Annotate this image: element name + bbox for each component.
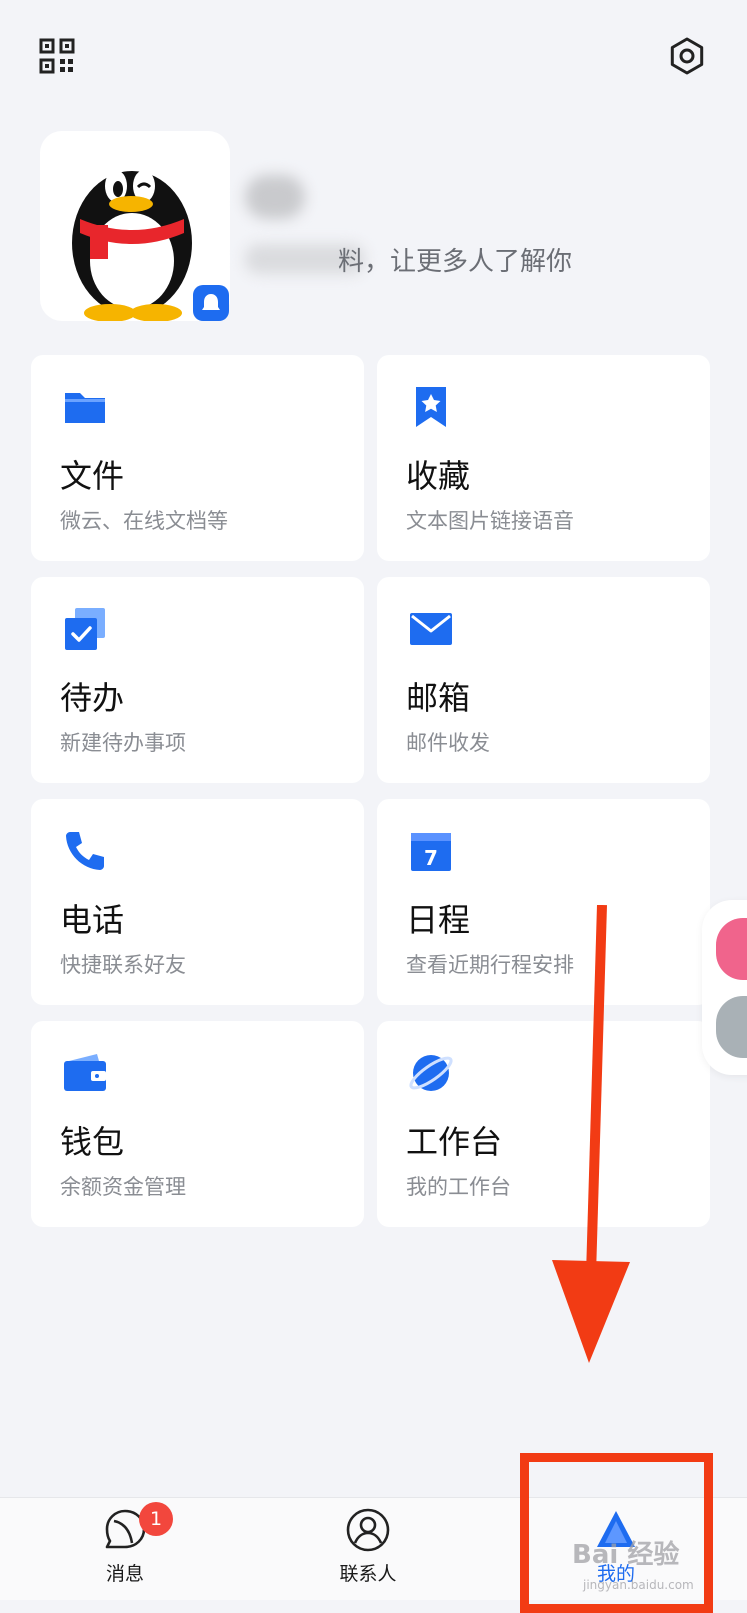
card-subtitle: 新建待办事项: [60, 731, 186, 755]
card-subtitle: 我的工作台: [406, 1175, 511, 1199]
card-mail[interactable]: 邮箱 邮件收发: [377, 577, 710, 783]
todo-check-icon: [65, 608, 105, 650]
card-title: 工作台: [406, 1123, 503, 1161]
card-title: 文件: [60, 457, 125, 495]
qq-badge: [193, 285, 229, 321]
card-todo[interactable]: 待办 新建待办事项: [31, 577, 364, 783]
card-favorites[interactable]: 收藏 文本图片链接语音: [377, 355, 710, 561]
tab-label: 消息: [105, 1563, 144, 1585]
bookmark-star-icon: [416, 387, 446, 427]
calendar-icon: 7: [411, 833, 451, 871]
tab-label: 联系人: [339, 1563, 397, 1585]
bio-text[interactable]: 料，让更多人了解你: [338, 241, 572, 278]
card-title: 收藏: [406, 457, 471, 495]
tab-messages[interactable]: 消息: [55, 1507, 195, 1597]
card-subtitle: 快捷联系好友: [60, 953, 186, 977]
qq-bell-icon: [202, 294, 220, 310]
card-title: 钱包: [60, 1123, 125, 1161]
card-subtitle: 微云、在线文档等: [60, 509, 228, 533]
mail-icon: [410, 613, 452, 645]
card-schedule[interactable]: 7 日程 查看近期行程安排: [377, 799, 710, 1005]
gear-icon: [670, 37, 704, 75]
qr-code-icon: [39, 38, 75, 74]
contacts-icon: [346, 1508, 390, 1552]
qr-code-button[interactable]: [39, 38, 75, 74]
card-file[interactable]: 文件 微云、在线文档等: [31, 355, 364, 561]
planet-icon: [409, 1055, 453, 1091]
card-subtitle: 邮件收发: [406, 731, 490, 755]
card-title: 待办: [60, 679, 125, 717]
watermark: Bai 经验: [572, 1540, 680, 1570]
card-phone[interactable]: 电话 快捷联系好友: [31, 799, 364, 1005]
calendar-day: 7: [424, 846, 438, 870]
phone-icon: [66, 832, 104, 870]
card-title: 日程: [406, 901, 471, 939]
tab-contacts[interactable]: 联系人: [298, 1507, 438, 1597]
card-subtitle: 查看近期行程安排: [406, 953, 574, 977]
folder-icon: [65, 393, 105, 423]
card-title: 电话: [60, 901, 125, 939]
watermark-url: jingyan.baidu.com: [583, 1578, 694, 1592]
settings-button[interactable]: [667, 36, 707, 76]
card-title: 邮箱: [406, 679, 471, 717]
unread-badge: 1: [139, 1502, 173, 1536]
card-wallet[interactable]: 钱包 余额资金管理: [31, 1021, 364, 1227]
wallet-icon: [64, 1054, 106, 1091]
nickname-blurred[interactable]: [245, 175, 305, 219]
annotation-arrow: [552, 905, 630, 1363]
card-workbench[interactable]: 工作台 我的工作台: [377, 1021, 710, 1227]
card-subtitle: 余额资金管理: [60, 1175, 186, 1199]
card-subtitle: 文本图片链接语音: [406, 509, 574, 533]
